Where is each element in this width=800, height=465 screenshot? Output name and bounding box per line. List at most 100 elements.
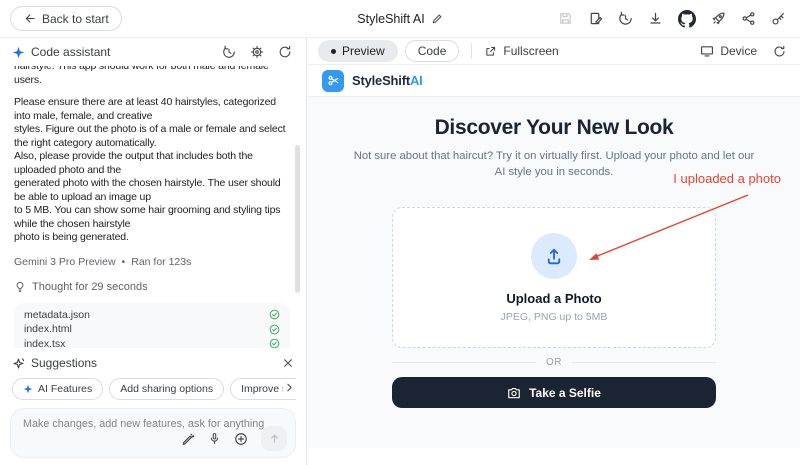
file-name: metadata.json [24,309,90,321]
reload-preview-button[interactable] [773,45,786,58]
fullscreen-button[interactable]: Fullscreen [484,44,558,58]
user-prompt-clipped: hairstyle. This app should work for both… [14,66,290,87]
divider-line [392,362,536,363]
tab-label: Preview [342,44,385,58]
separator-dot: • [122,256,126,268]
scrollbar-thumb[interactable] [295,145,300,293]
site-header: StyleShiftAI [308,65,800,97]
save-copy-icon [588,11,603,26]
arrow-up-icon [268,432,281,445]
camera-icon [507,386,521,400]
generated-files-card: metadata.json index.html index.tsx types… [14,303,290,349]
app-window: Back to start StyleShift AI [0,0,800,465]
app-main: Discover Your New Look Not sure about th… [308,97,800,448]
share-icon [741,11,756,26]
enhance-prompt-button[interactable] [181,432,195,446]
send-button[interactable] [261,426,287,451]
chip-ai-features[interactable]: AI Features [12,378,103,400]
fullscreen-label: Fullscreen [503,44,558,58]
edit-title-icon[interactable] [431,13,443,25]
divider-line [572,362,716,363]
arrow-left-icon [23,12,36,25]
toolbar-divider [471,43,472,59]
upload-title: Upload a Photo [506,291,601,306]
tab-code[interactable]: Code [405,40,460,62]
hero-heading: Discover Your New Look [435,116,674,140]
suggestion-chips: AI Features Add sharing options Improve … [10,378,296,400]
take-selfie-button[interactable]: Take a Selfie [392,377,716,408]
close-suggestions-button[interactable] [282,357,294,369]
download-button[interactable] [648,11,663,26]
suggestions-header: Suggestions [10,356,296,370]
back-to-start-button[interactable]: Back to start [10,6,122,31]
close-icon [282,357,294,369]
spark-icon [12,46,25,59]
conversation-area[interactable]: hairstyle. This app should work for both… [0,66,306,348]
download-icon [648,11,663,26]
save-copy-button[interactable] [588,11,603,26]
check-circle-icon [269,324,280,335]
assistant-title: Code assistant [31,45,110,59]
refresh-icon [278,45,292,59]
device-button[interactable]: Device [700,44,757,58]
github-button[interactable] [678,10,696,28]
api-key-icon [771,11,786,26]
attach-button[interactable] [234,432,248,446]
suggestions-title: Suggestions [31,356,97,370]
run-duration: Ran for 123s [131,256,191,268]
tab-label: Code [418,44,447,58]
lightbulb-icon [14,281,26,293]
history-icon [222,45,236,59]
fullscreen-icon [484,45,497,58]
device-label: Device [720,44,757,58]
upload-icon [544,246,564,266]
app-preview-frame: StyleShiftAI Discover Your New Look Not … [308,65,800,448]
assistant-refresh-button[interactable] [278,45,292,59]
check-circle-icon [269,309,280,320]
tab-preview[interactable]: Preview [318,40,398,62]
brand-name: StyleShiftAI [352,73,423,88]
suggestions-sparkle-icon [12,357,25,370]
chip-add-sharing[interactable]: Add sharing options [109,378,224,400]
upload-icon-circle [531,233,577,279]
check-circle-icon [269,338,280,348]
chip-label: AI Features [38,383,92,395]
brand-text: StyleShift [352,73,410,88]
chat-input-container [10,408,296,458]
github-icon [678,10,696,28]
assistant-header: Code assistant [0,38,306,66]
file-row[interactable]: metadata.json [24,308,280,323]
mic-button[interactable] [208,432,221,445]
upload-hint: JPEG, PNG up to 5MB [501,311,608,323]
project-title: StyleShift AI [357,12,424,26]
gear-icon [250,45,264,59]
share-button[interactable] [741,11,756,26]
deploy-button[interactable] [711,11,726,26]
user-prompt: Please ensure there are at least 40 hair… [14,96,290,245]
device-icon [700,44,714,58]
rocket-icon [711,11,726,26]
active-tab-dot [331,49,336,54]
thought-toggle[interactable]: Thought for 29 seconds [14,281,290,293]
api-key-button[interactable] [771,11,786,26]
back-label: Back to start [42,12,109,26]
topbar-actions [558,10,800,28]
save-button[interactable] [558,11,573,26]
file-row[interactable]: index.html [24,322,280,337]
assistant-history-button[interactable] [222,45,236,59]
preview-toolbar: Preview Code Fullscreen Device [308,38,800,65]
code-assistant-panel: Code assistant hairstyle. This app shoul… [0,38,307,465]
spark-icon [23,384,33,394]
reload-icon [773,45,786,58]
file-name: index.html [24,323,72,335]
file-row[interactable]: index.tsx [24,337,280,349]
assistant-settings-button[interactable] [250,45,264,59]
chips-scroll-right-button[interactable] [283,381,296,394]
plus-circle-icon [234,432,248,446]
model-name: Gemini 3 Pro Preview [14,256,116,268]
chevron-right-icon [283,381,296,394]
save-icon [558,11,573,26]
history-button[interactable] [618,11,633,26]
history-icon [618,11,633,26]
upload-dropzone[interactable]: Upload a Photo JPEG, PNG up to 5MB [392,207,716,348]
